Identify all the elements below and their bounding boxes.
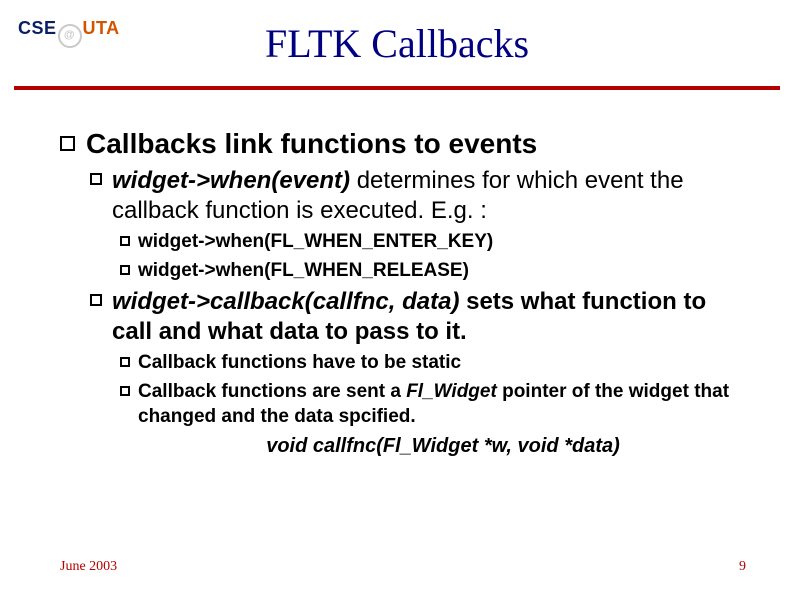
slide-title: FLTK Callbacks bbox=[0, 20, 794, 67]
footer-date: June 2003 bbox=[60, 559, 117, 575]
divider bbox=[14, 86, 780, 90]
bullet-static: Callback functions have to be static bbox=[120, 351, 746, 376]
code-signature: void callfnc(Fl_Widget *w, void *data) bbox=[140, 435, 746, 458]
code-when: widget->when(event) bbox=[112, 167, 350, 194]
footer-page: 9 bbox=[739, 559, 746, 575]
bullet-callback: widget->callback(callfnc, data) sets wha… bbox=[90, 287, 746, 347]
content: Callbacks link functions to events widge… bbox=[60, 120, 746, 458]
bullet-callbacks: Callbacks link functions to events bbox=[60, 128, 746, 160]
bullet-when-release: widget->when(FL_WHEN_RELEASE) bbox=[120, 259, 746, 284]
code-flwidget: Fl_Widget bbox=[406, 381, 497, 402]
text-pointer-a: Callback functions are sent a bbox=[138, 381, 406, 402]
code-callback: widget->callback(callfnc, data) bbox=[112, 288, 459, 315]
bullet-when-enter: widget->when(FL_WHEN_ENTER_KEY) bbox=[120, 230, 746, 255]
slide: CSE@UTA FLTK Callbacks Callbacks link fu… bbox=[0, 0, 794, 595]
bullet-pointer: Callback functions are sent a Fl_Widget … bbox=[120, 380, 746, 429]
bullet-when: widget->when(event) determines for which… bbox=[90, 166, 746, 226]
